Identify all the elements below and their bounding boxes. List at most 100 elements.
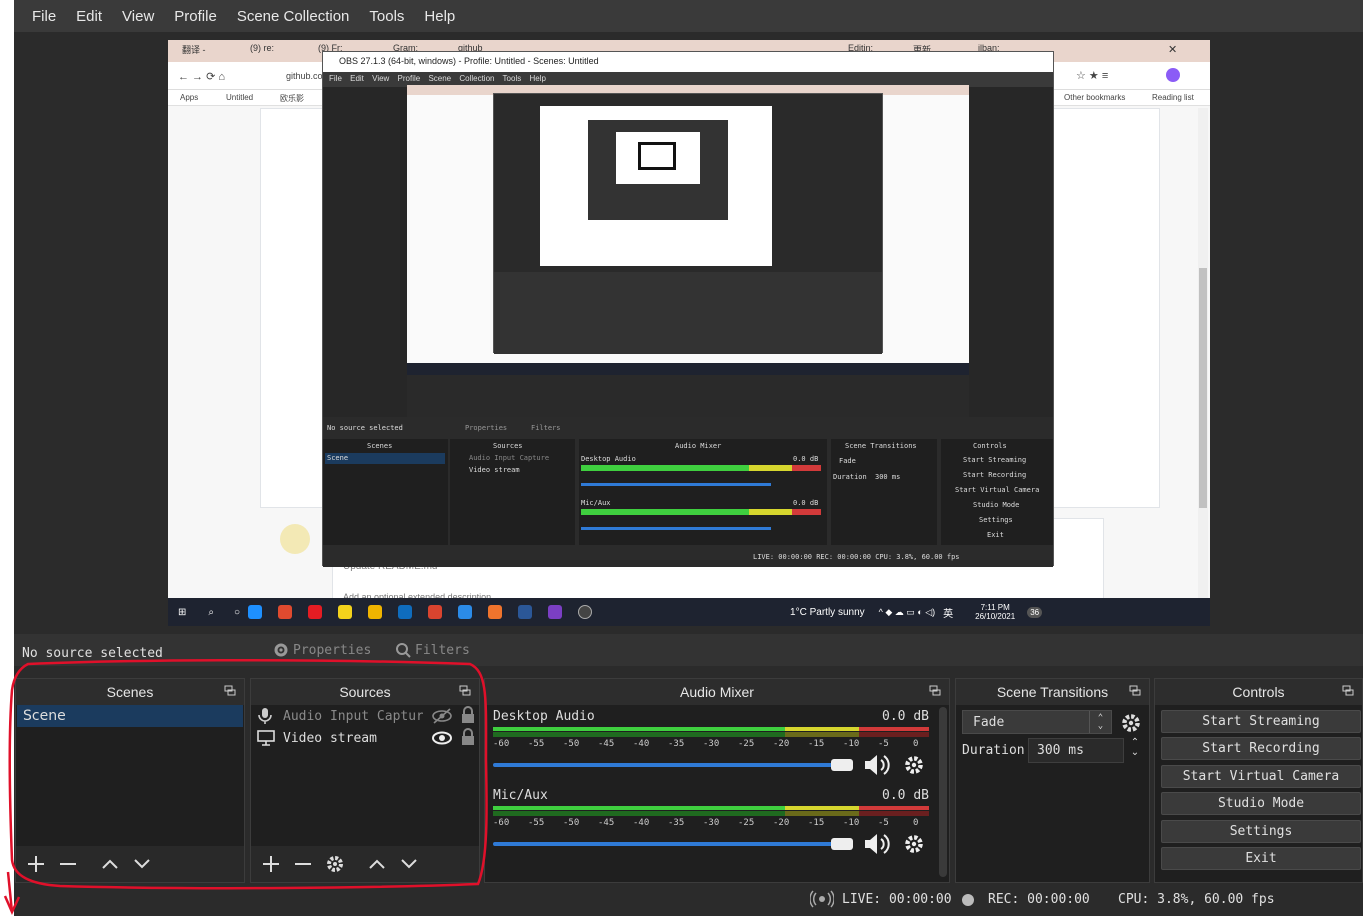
minus-icon bbox=[60, 863, 76, 865]
transition-select[interactable]: Fade ⌃ ⌄ bbox=[962, 710, 1112, 734]
menu-profile[interactable]: Profile bbox=[164, 8, 227, 25]
nested-status: LIVE: 00:00:00 REC: 00:00:00 CPU: 3.8%, … bbox=[753, 553, 960, 561]
gear-icon[interactable] bbox=[903, 833, 925, 855]
mixer-dock-title: Audio Mixer bbox=[485, 679, 949, 705]
start-virtual-camera-button[interactable]: Start Virtual Camera bbox=[1161, 765, 1361, 788]
float-icon[interactable] bbox=[929, 685, 941, 697]
exit-button[interactable]: Exit bbox=[1161, 847, 1361, 870]
mixer-scrollbar[interactable] bbox=[939, 707, 947, 877]
speaker-icon[interactable] bbox=[863, 754, 891, 776]
source-properties-button[interactable] bbox=[321, 850, 349, 878]
eye-icon[interactable] bbox=[431, 730, 453, 746]
channel-name: Mic/Aux bbox=[493, 788, 548, 803]
menu-tools[interactable]: Tools bbox=[359, 8, 414, 25]
controls-dock: Controls Start Streaming Start Recording… bbox=[1154, 678, 1363, 883]
microphone-icon bbox=[258, 708, 272, 724]
mixer-channels: Desktop Audio 0.0 dB -60 -55 -50 -45 -40 -35-… bbox=[485, 705, 949, 877]
eye-hidden-icon[interactable] bbox=[431, 707, 453, 725]
plus-icon bbox=[28, 856, 44, 872]
channel-db: 0.0 dB bbox=[882, 709, 929, 724]
browser-tab: (9) re: bbox=[250, 43, 275, 53]
minus-icon bbox=[295, 863, 311, 865]
float-icon[interactable] bbox=[1129, 685, 1141, 697]
nested-db: 0.0 dB bbox=[793, 499, 819, 507]
bookmark: Other bookmarks bbox=[1064, 93, 1126, 102]
filters-button[interactable]: Filters bbox=[394, 638, 470, 662]
spinbox-arrows-icon[interactable]: ⌃ ⌄ bbox=[1126, 738, 1144, 763]
menu-scene-collection[interactable]: Scene Collection bbox=[227, 8, 360, 25]
nested-filters: Filters bbox=[531, 424, 561, 432]
remove-source-button[interactable] bbox=[289, 850, 317, 878]
git-icon bbox=[428, 605, 443, 619]
chevron-up-icon bbox=[369, 859, 385, 869]
add-scene-button[interactable] bbox=[22, 850, 50, 878]
move-scene-up-button[interactable] bbox=[96, 850, 124, 878]
remove-scene-button[interactable] bbox=[54, 850, 82, 878]
source-item[interactable]: Video stream bbox=[251, 727, 479, 749]
channel-name: Desktop Audio bbox=[493, 709, 595, 724]
nested-channel: Mic/Aux bbox=[581, 499, 611, 507]
nested-control: Exit bbox=[987, 531, 1004, 539]
mixer-title: Audio Mixer bbox=[680, 684, 754, 700]
gear-icon[interactable] bbox=[1120, 712, 1142, 734]
gear-icon bbox=[327, 856, 343, 872]
volume-slider-handle[interactable] bbox=[831, 759, 853, 771]
meter-tick-label: -55 bbox=[528, 739, 545, 749]
nested-preview bbox=[407, 85, 969, 440]
channel-db: 0.0 dB bbox=[882, 788, 929, 803]
float-icon[interactable] bbox=[1342, 685, 1354, 697]
menu-help[interactable]: Help bbox=[414, 8, 465, 25]
speaker-icon[interactable] bbox=[863, 833, 891, 855]
meter-tick-label: -15 bbox=[808, 818, 825, 828]
duration-spinbox[interactable]: 300 ms bbox=[1028, 738, 1124, 763]
lock-icon[interactable] bbox=[461, 706, 475, 724]
sources-dock-title: Sources bbox=[251, 679, 479, 705]
ime-indicator: 英 bbox=[943, 608, 954, 620]
status-bar: LIVE: 00:00:00 REC: 00:00:00 CPU: 3.8%, … bbox=[14, 884, 1363, 916]
studio-mode-button[interactable]: Studio Mode bbox=[1161, 792, 1361, 815]
lock-icon[interactable] bbox=[461, 728, 475, 746]
left-edge bbox=[0, 0, 14, 916]
nested-scenes-title: Scenes bbox=[367, 442, 393, 450]
bookmark: Untitled bbox=[226, 93, 254, 102]
outlook-icon bbox=[398, 605, 413, 619]
float-icon[interactable] bbox=[459, 685, 471, 697]
nested-fade: Fade bbox=[839, 457, 856, 465]
preview-canvas[interactable]: 翻译 - (9) re: (9) Fr: Gram: github Editin… bbox=[168, 40, 1210, 626]
move-source-down-button[interactable] bbox=[395, 850, 423, 878]
move-scene-down-button[interactable] bbox=[128, 850, 156, 878]
gear-icon[interactable] bbox=[903, 754, 925, 776]
menu-file[interactable]: File bbox=[22, 8, 66, 25]
nested-obs-window: OBS 27.1.3 (64-bit, windows) - Profile: … bbox=[322, 51, 1054, 567]
nested-control: Settings bbox=[979, 516, 1013, 524]
menu-bar: File Edit View Profile Scene Collection … bbox=[14, 0, 1363, 32]
add-source-button[interactable] bbox=[257, 850, 285, 878]
properties-button[interactable]: Properties bbox=[272, 638, 371, 662]
volume-slider[interactable] bbox=[493, 842, 839, 846]
meter-tick-label: -25 bbox=[738, 818, 755, 828]
nested-no-source: No source selected bbox=[327, 424, 403, 432]
settings-button[interactable]: Settings bbox=[1161, 820, 1361, 843]
meter-tick-label: -50 bbox=[563, 739, 580, 749]
start-recording-button[interactable]: Start Recording bbox=[1161, 737, 1361, 760]
volume-slider[interactable] bbox=[493, 763, 839, 767]
properties-label: Properties bbox=[293, 642, 372, 658]
controls-title: Controls bbox=[1232, 684, 1285, 700]
nested-db: 0.0 dB bbox=[793, 455, 819, 463]
menu-edit[interactable]: Edit bbox=[66, 8, 112, 25]
vscode-icon bbox=[458, 605, 473, 619]
task-view-icon: ○ bbox=[234, 606, 241, 618]
float-icon[interactable] bbox=[224, 685, 236, 697]
start-streaming-button[interactable]: Start Streaming bbox=[1161, 710, 1361, 733]
scene-item[interactable]: Scene bbox=[17, 705, 243, 727]
move-source-up-button[interactable] bbox=[363, 850, 391, 878]
word-icon bbox=[518, 605, 533, 619]
level-meter-top bbox=[493, 727, 929, 731]
source-toolbar: No source selected Properties Filters bbox=[14, 634, 1363, 666]
meter-tick-label: -40 bbox=[633, 818, 650, 828]
source-item[interactable]: Audio Input Capture bbox=[251, 705, 479, 727]
source-name: Audio Input Capture bbox=[283, 708, 423, 724]
nested-title: OBS 27.1.3 (64-bit, windows) - Profile: … bbox=[323, 52, 1053, 72]
menu-view[interactable]: View bbox=[112, 8, 164, 25]
volume-slider-handle[interactable] bbox=[831, 838, 853, 850]
